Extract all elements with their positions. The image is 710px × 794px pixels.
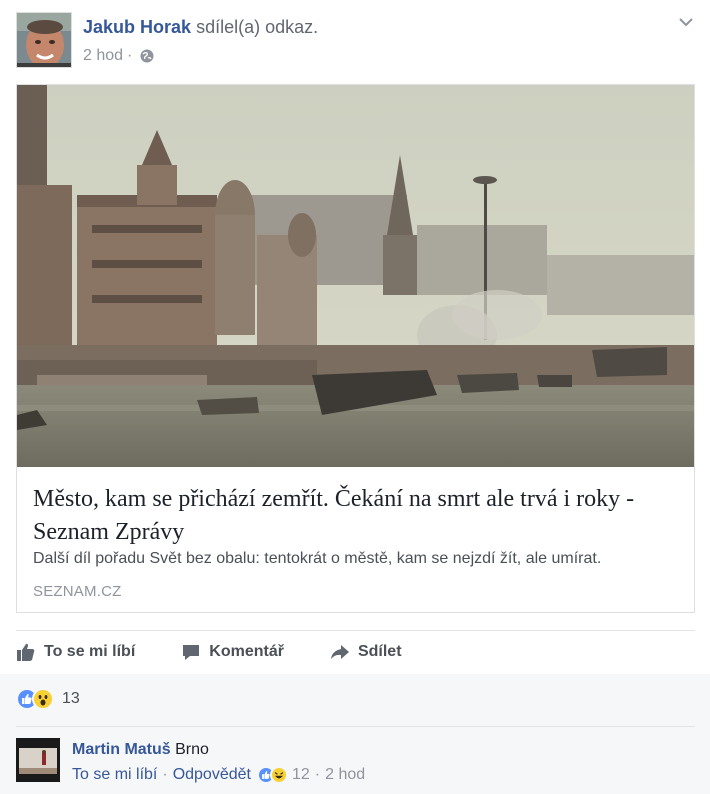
comment-like-link[interactable]: To se mi líbí — [72, 766, 157, 784]
commenter-photo — [16, 738, 60, 782]
post-author-line: Jakub Horak sdílel(a) odkaz. — [83, 17, 318, 38]
author-avatar[interactable] — [16, 12, 72, 68]
share-button-label: Sdílet — [357, 643, 402, 660]
comment-haha-reaction-icon — [269, 766, 288, 784]
share-arrow-icon — [330, 645, 349, 659]
feedback-section: 13 Martin Matuš Brno To se mi líbí · Odp… — [0, 674, 710, 794]
comments-divider — [16, 726, 695, 727]
post-header: Jakub Horak sdílel(a) odkaz. 2 hod · — [16, 12, 696, 72]
reaction-count[interactable]: 13 — [62, 690, 80, 708]
comment-time[interactable]: 2 hod — [325, 766, 365, 784]
post-meta: 2 hod · — [83, 47, 154, 65]
comment-reply-link[interactable]: Odpovědět — [173, 766, 251, 784]
commenter-avatar[interactable] — [16, 738, 60, 782]
wow-reaction-icon — [32, 688, 54, 710]
link-title[interactable]: Město, kam se přichází zemřít. Čekání na… — [33, 483, 673, 549]
share-button[interactable]: Sdílet — [330, 642, 402, 662]
comment-dot-2: · — [314, 766, 321, 783]
like-button[interactable]: To se mi líbí — [16, 642, 135, 662]
meta-separator: · — [127, 47, 133, 64]
comment-reactions[interactable]: 12 — [256, 766, 310, 784]
comment-button-label: Komentář — [209, 643, 284, 660]
author-name[interactable]: Jakub Horak — [83, 17, 191, 37]
commenter-name[interactable]: Martin Matuš — [72, 741, 171, 758]
actions-top-divider — [16, 630, 695, 631]
link-image[interactable] — [17, 85, 694, 467]
link-preview-card[interactable]: Město, kam se přichází zemřít. Čekání na… — [16, 84, 695, 613]
link-domain: SEZNAM.CZ — [33, 583, 122, 600]
comment-reaction-count: 12 — [291, 766, 310, 783]
avatar-photo — [17, 13, 71, 67]
comment-dot: · — [162, 766, 168, 783]
reaction-summary[interactable]: 13 — [16, 688, 80, 710]
comment-icon — [183, 645, 200, 660]
varanasi-ghats-photo — [17, 85, 694, 467]
chevron-down-icon[interactable] — [676, 12, 696, 32]
comment-actions: To se mi líbí · Odpovědět 12 · 2 hod — [72, 766, 365, 784]
thumbs-up-icon — [17, 643, 35, 661]
comment-button[interactable]: Komentář — [181, 642, 284, 662]
like-button-label: To se mi líbí — [44, 643, 136, 660]
globe-icon[interactable] — [140, 49, 154, 63]
comment-body: Brno — [175, 741, 209, 758]
post-time[interactable]: 2 hod — [83, 47, 123, 65]
comment-text: Martin Matuš Brno — [72, 741, 209, 759]
author-action: sdílel(a) odkaz. — [196, 17, 319, 37]
link-description: Další díl pořadu Svět bez obalu: tentokr… — [33, 550, 602, 567]
post-action-bar: To se mi líbí Komentář Sdílet — [16, 634, 448, 670]
